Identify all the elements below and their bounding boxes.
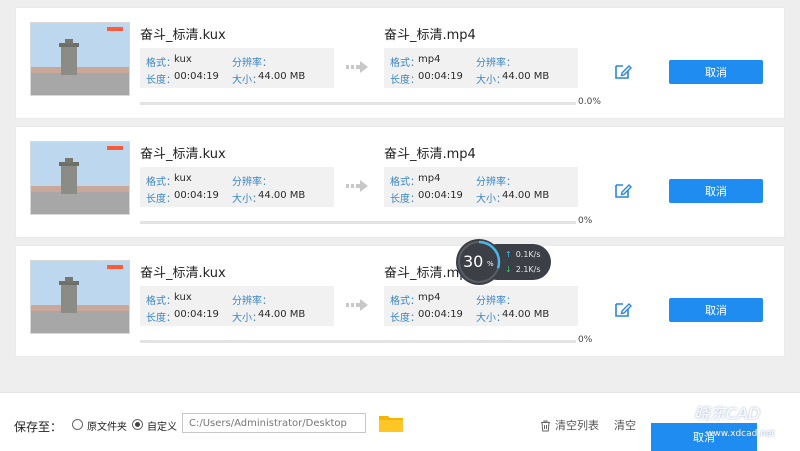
radio-original-folder[interactable] [72,419,83,430]
target-info: 格式： mp4 分辨率： 长度： 00:04:19 大小： 44.00 MB [384,286,578,326]
resolution-label: 分辨率： [476,177,516,188]
radio-custom[interactable] [132,419,143,430]
source-info: 格式： kux 分辨率： 长度： 00:04:19 大小： 44.00 MB [140,48,334,88]
size-value: 44.00 MB [258,71,306,82]
size-value: 44.00 MB [258,190,306,201]
thumbnail-image [31,142,129,214]
video-thumbnail [30,260,130,334]
download-speed: ↓ 2.1K/s [505,265,541,274]
cancel-button[interactable]: 取消 [669,60,763,84]
cancel-all-button[interactable]: 取消 [651,423,757,451]
radio-original-folder-label[interactable]: 原文件夹 [87,418,127,433]
progress-percent: 0.0% [578,97,601,107]
video-thumbnail [30,141,130,215]
thumbnail-image [31,23,129,95]
cancel-button[interactable]: 取消 [669,179,763,203]
upload-speed: ↑ 0.1K/s [505,250,541,259]
trash-icon [541,420,550,432]
video-thumbnail [30,22,130,96]
source-filename: 奋斗_标清.kux [140,147,226,162]
target-info: 格式： mp4 分辨率： 长度： 00:04:19 大小： 44.00 MB [384,48,578,88]
clear-list-button[interactable]: 清空列表 [540,417,599,433]
speed-percent-symbol: % [487,260,494,268]
task-card: 奋斗_标清.kux 格式： kux 分辨率： 长度： 00:04:19 大小： … [16,8,784,118]
edit-icon[interactable] [614,181,632,199]
duration-label: 长度： [146,194,176,205]
size-value: 44.00 MB [502,309,550,320]
edit-icon[interactable] [614,300,632,318]
format-label: 格式： [390,58,420,69]
clear-button[interactable]: 清空 [614,417,636,433]
format-label: 格式： [146,58,176,69]
edit-icon[interactable] [614,62,632,80]
duration-value: 00:04:19 [418,309,463,320]
task-card: 奋斗_标清.kux 格式： kux 分辨率： 长度： 00:04:19 大小： … [16,127,784,237]
source-filename: 奋斗_标清.kux [140,28,226,43]
upload-arrow-icon: ↑ [505,250,512,259]
download-arrow-icon: ↓ [505,265,512,274]
format-label: 格式： [390,177,420,188]
radio-custom-label[interactable]: 自定义 [147,418,177,433]
save-to-label: 保存至： [14,420,63,434]
format-value: kux [174,173,192,184]
progress-percent: 0% [578,335,593,345]
arrows-icon [346,180,368,192]
cancel-button[interactable]: 取消 [669,298,763,322]
target-filename: 奋斗_标清.mp4 [384,28,476,43]
duration-label: 长度： [390,194,420,205]
progress-percent: 0% [578,216,593,226]
format-value: mp4 [418,292,441,303]
format-value: mp4 [418,54,441,65]
format-value: mp4 [418,173,441,184]
source-info: 格式： kux 分辨率： 长度： 00:04:19 大小： 44.00 MB [140,167,334,207]
duration-label: 长度： [390,75,420,86]
target-info: 格式： mp4 分辨率： 长度： 00:04:19 大小： 44.00 MB [384,167,578,207]
footer-bar: 保存至： 原文件夹 自定义 清空列表 清空 取消 [0,392,800,451]
progress-bar [140,221,576,224]
resolution-label: 分辨率： [232,58,272,69]
duration-value: 00:04:19 [174,309,219,320]
progress-bar [140,102,576,105]
duration-label: 长度： [390,313,420,324]
size-value: 44.00 MB [502,190,550,201]
duration-value: 00:04:19 [418,71,463,82]
progress-bar [140,340,576,343]
speed-widget[interactable]: 30 % ↑ 0.1K/s ↓ 2.1K/s [455,238,553,286]
duration-label: 长度： [146,313,176,324]
size-value: 44.00 MB [258,309,306,320]
format-label: 格式： [146,296,176,307]
arrows-icon [346,61,368,73]
duration-label: 长度： [146,75,176,86]
upload-speed-value: 0.1K/s [515,250,541,259]
output-path-input[interactable] [182,413,366,433]
format-label: 格式： [390,296,420,307]
duration-value: 00:04:19 [174,71,219,82]
duration-value: 00:04:19 [418,190,463,201]
arrows-icon [346,299,368,311]
task-list: 奋斗_标清.kux 格式： kux 分辨率： 长度： 00:04:19 大小： … [0,0,800,392]
target-filename: 奋斗_标清.mp4 [384,147,476,162]
format-label: 格式： [146,177,176,188]
source-info: 格式： kux 分辨率： 长度： 00:04:19 大小： 44.00 MB [140,286,334,326]
resolution-label: 分辨率： [476,58,516,69]
download-speed-value: 2.1K/s [515,265,541,274]
folder-icon[interactable] [378,413,404,433]
thumbnail-image [31,261,129,333]
duration-value: 00:04:19 [174,190,219,201]
resolution-label: 分辨率： [476,296,516,307]
format-value: kux [174,54,192,65]
source-filename: 奋斗_标清.kux [140,266,226,281]
format-value: kux [174,292,192,303]
task-card: 奋斗_标清.kux 格式： kux 分辨率： 长度： 00:04:19 大小： … [16,246,784,356]
resolution-label: 分辨率： [232,296,272,307]
speed-percent: 30 [463,252,484,271]
size-value: 44.00 MB [502,71,550,82]
clear-list-label: 清空列表 [555,419,599,432]
resolution-label: 分辨率： [232,177,272,188]
